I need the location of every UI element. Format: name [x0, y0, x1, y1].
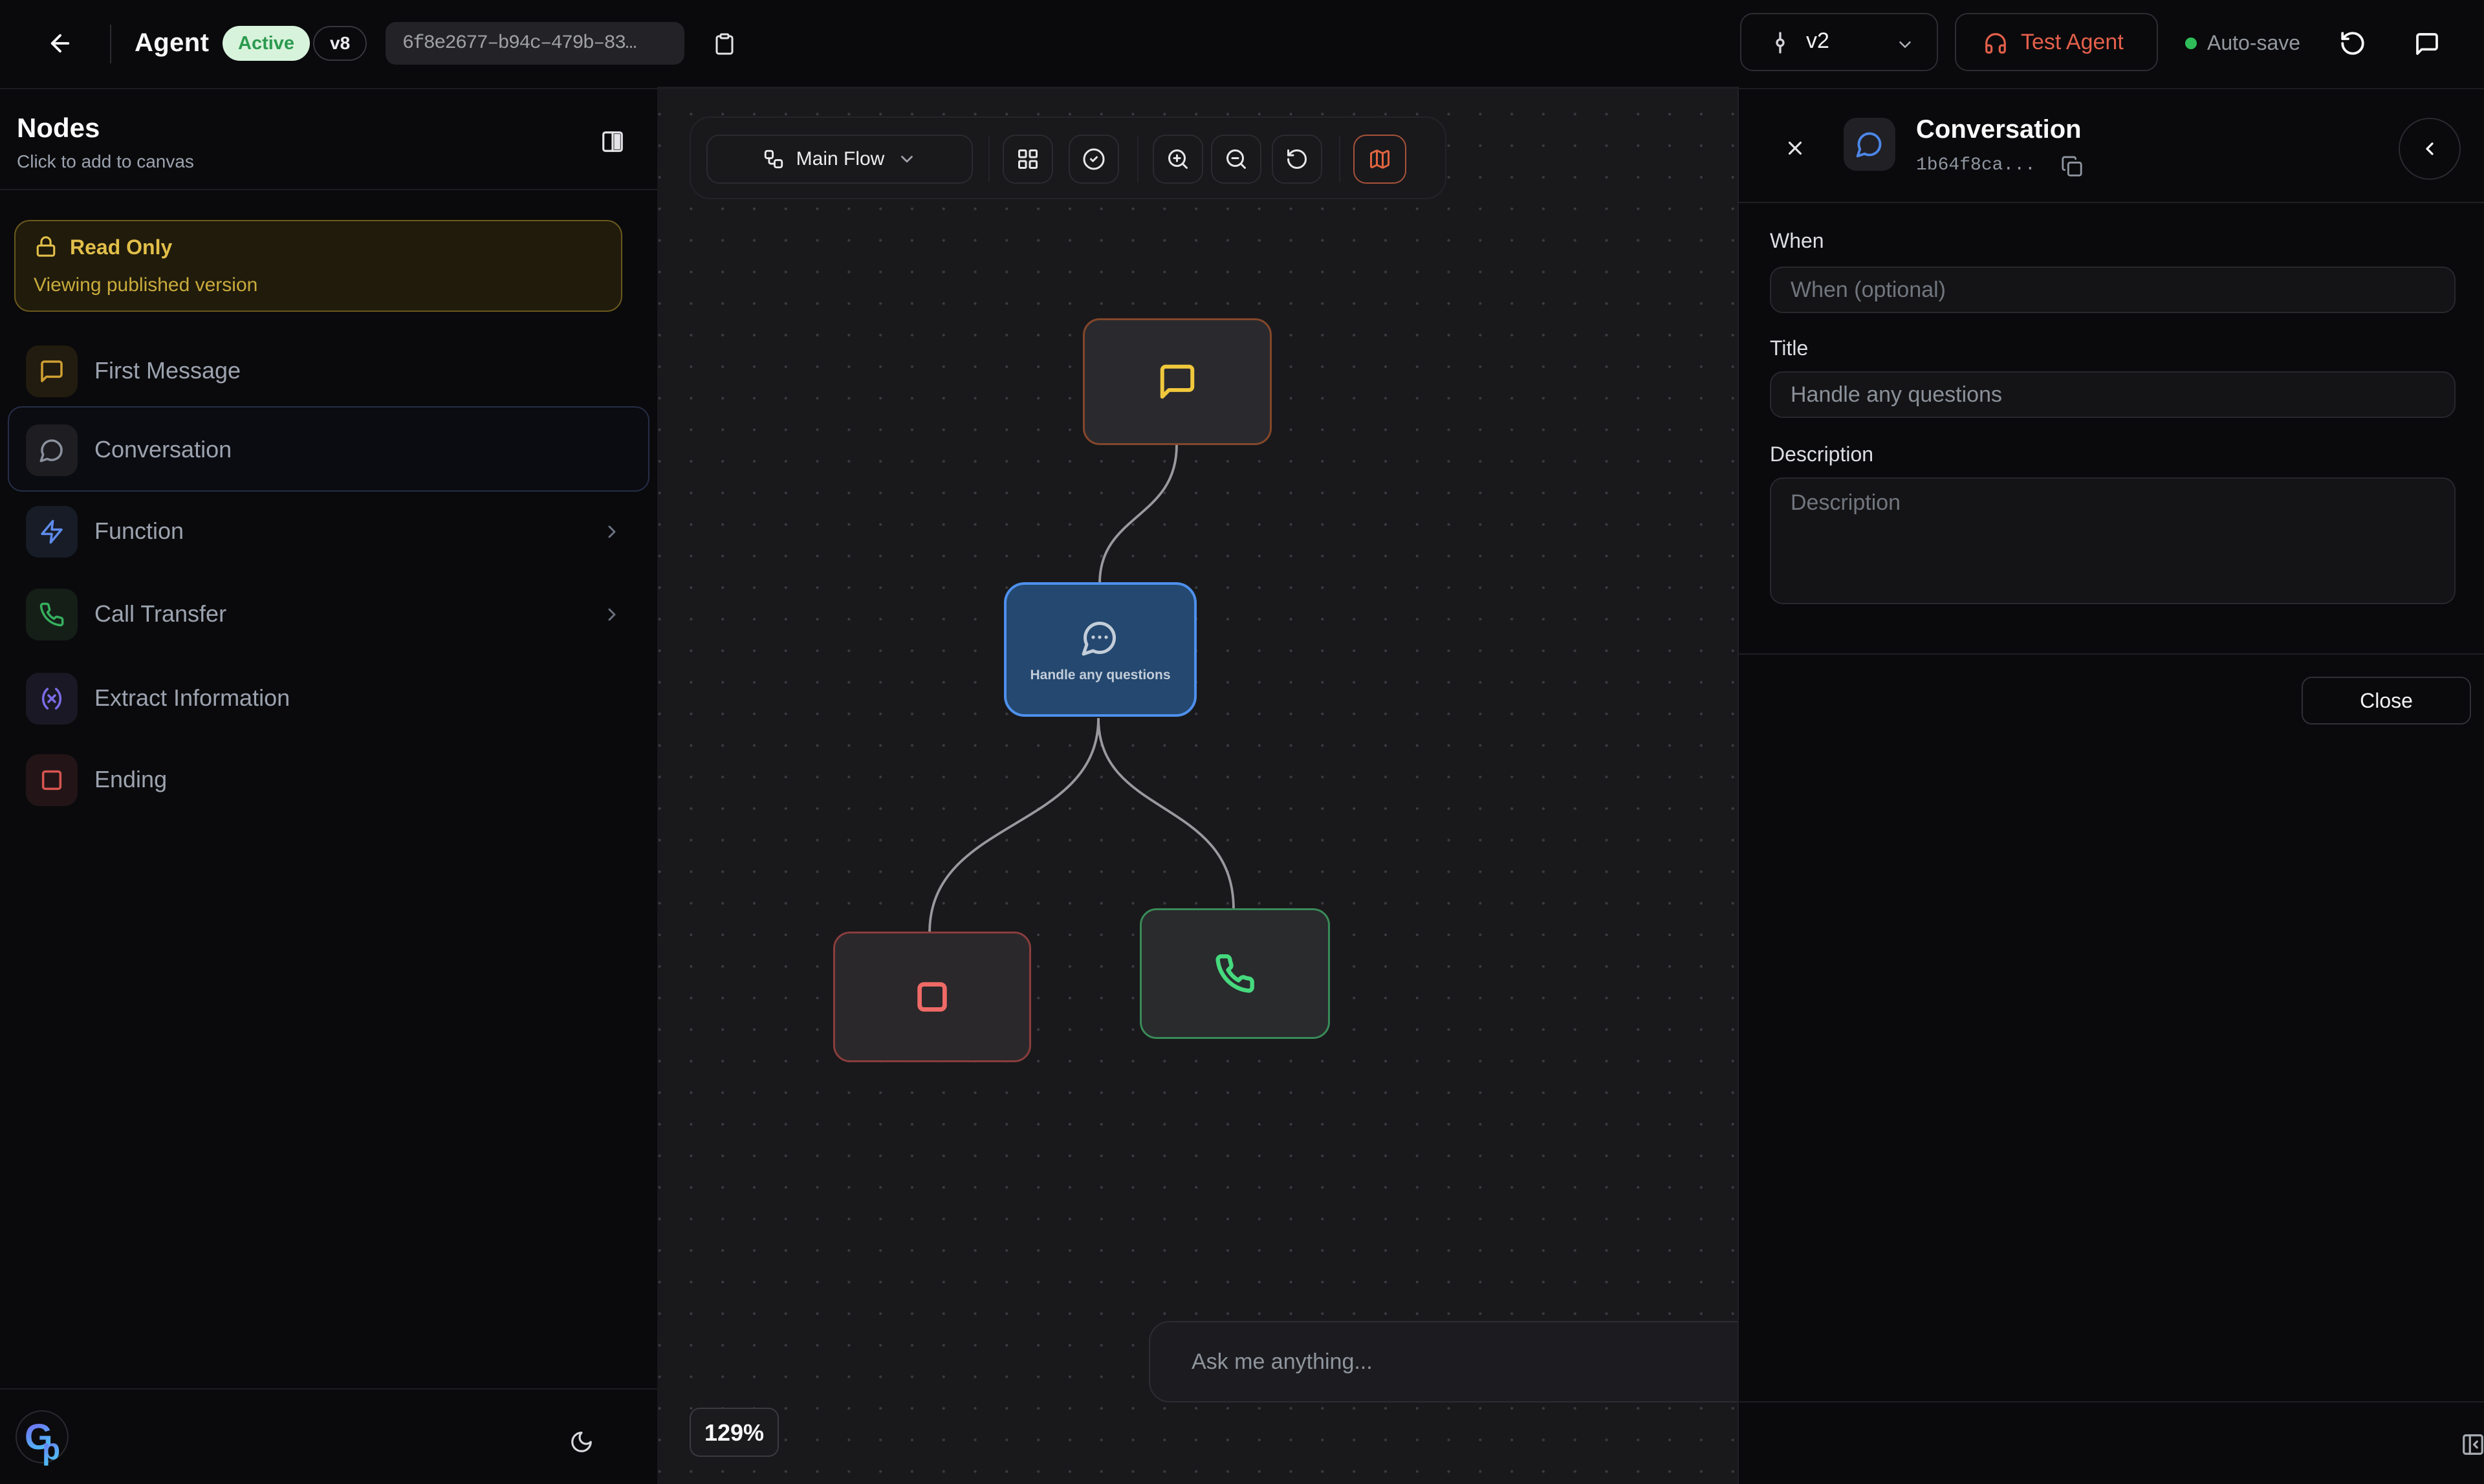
svg-text:p: p — [42, 1432, 60, 1466]
